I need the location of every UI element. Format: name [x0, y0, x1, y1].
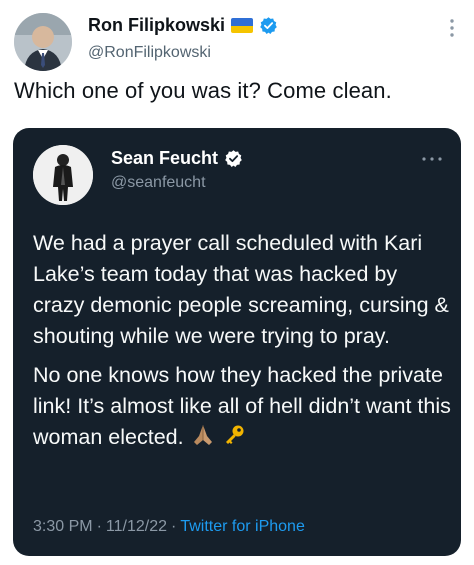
tweet-source-link[interactable]: Twitter for iPhone	[180, 518, 305, 536]
more-options-icon[interactable]	[421, 150, 443, 161]
key-emoji	[222, 423, 246, 456]
quoted-author-name[interactable]: Sean Feucht	[111, 148, 218, 169]
quoted-author-avatar[interactable]	[33, 145, 93, 205]
folded-hands-emoji	[190, 423, 216, 456]
verified-badge-icon	[259, 16, 278, 35]
quoted-author-handle[interactable]: @seanfeucht	[111, 174, 206, 192]
tweet-date[interactable]: 11/12/22	[106, 518, 167, 536]
tweet-text: Which one of you was it? Come clean.	[14, 78, 392, 103]
ukraine-flag-icon	[231, 18, 254, 33]
tweet-time[interactable]: 3:30 PM	[33, 518, 93, 536]
quoted-paragraph-1: We had a prayer call scheduled with Kari…	[33, 231, 449, 348]
tweet-meta: 3:30 PM · 11/12/22 · Twitter for iPhone	[33, 518, 305, 536]
tweet-container: Ron Filipkowski @RonFilipkowski Which on…	[0, 0, 474, 565]
author-handle[interactable]: @RonFilipkowski	[88, 44, 211, 62]
author-name[interactable]: Ron Filipkowski	[88, 15, 225, 36]
author-name-row: Ron Filipkowski	[88, 15, 278, 36]
more-options-icon[interactable]	[444, 16, 460, 40]
meta-separator: ·	[171, 518, 177, 535]
quoted-tweet-body: We had a prayer call scheduled with Kari…	[33, 228, 453, 464]
quoted-tweet-card[interactable]: Sean Feucht @seanfeucht We had a prayer …	[13, 128, 461, 556]
author-avatar[interactable]	[14, 13, 72, 71]
verified-badge-icon	[224, 149, 243, 168]
quoted-paragraph-2: No one knows how they hacked the private…	[33, 360, 453, 456]
quoted-name-row: Sean Feucht	[111, 148, 243, 169]
meta-separator: ·	[96, 518, 102, 535]
